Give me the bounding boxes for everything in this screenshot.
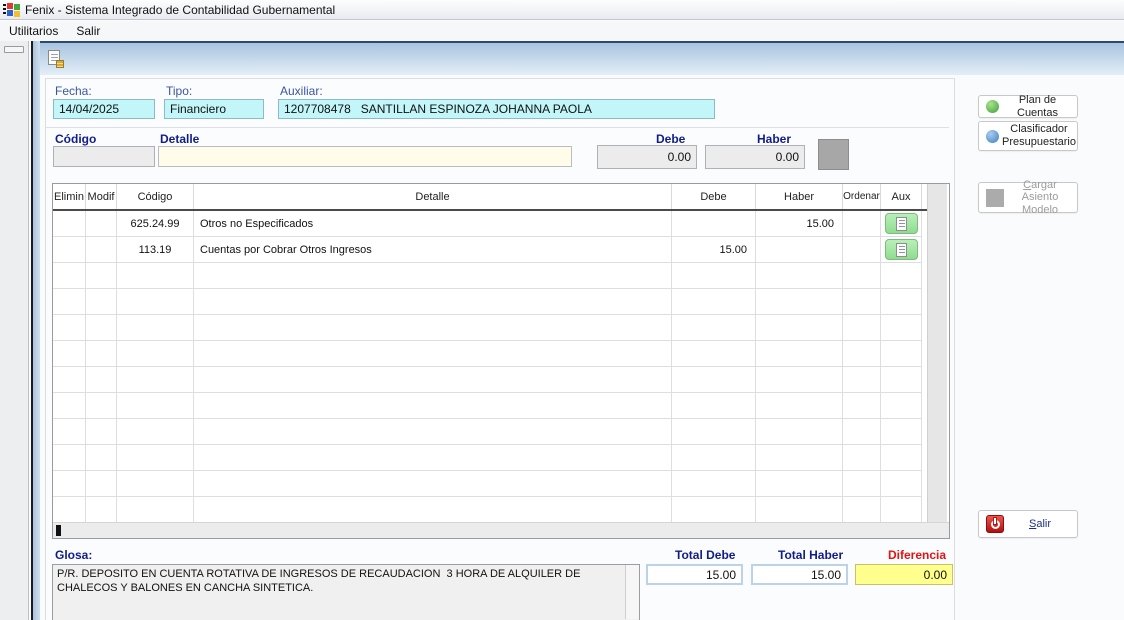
total-debe-label: Total Debe — [675, 548, 735, 562]
row-haber: 15.00 — [756, 211, 843, 237]
col-header-detalle[interactable]: Detalle — [194, 184, 672, 209]
col-header-aux[interactable]: Aux — [881, 184, 922, 209]
grid-vertical-scrollbar[interactable] — [927, 184, 947, 522]
codigo-label: Código — [55, 132, 96, 146]
glosa-vertical-scrollbar[interactable] — [625, 565, 639, 619]
detalle-input[interactable] — [158, 146, 572, 167]
document-copy-icon[interactable] — [48, 50, 64, 68]
auxiliar-input[interactable] — [278, 99, 715, 119]
col-header-elimin[interactable]: Elimin — [53, 184, 86, 209]
windows-logo-icon — [3, 3, 20, 17]
table-row-empty — [53, 289, 927, 315]
row-detalle: Otros no Especificados — [194, 211, 672, 237]
detalle-label: Detalle — [160, 132, 199, 146]
debe-input[interactable] — [597, 145, 697, 169]
table-row[interactable]: 625.24.99 Otros no Especificados 15.00 — [53, 211, 927, 237]
col-header-modif[interactable]: Modif — [86, 184, 117, 209]
col-header-debe[interactable]: Debe — [672, 184, 756, 209]
total-haber-label: Total Haber — [778, 548, 843, 562]
entries-grid: Elimin Modif Código Detalle Debe Haber O… — [52, 183, 950, 539]
title-bar: Fenix - Sistema Integrado de Contabilida… — [0, 0, 1124, 20]
separator-line — [46, 127, 949, 128]
row-codigo: 625.24.99 — [117, 211, 194, 237]
toolbar — [40, 41, 1124, 75]
fecha-input[interactable] — [53, 99, 155, 119]
green-sphere-icon — [986, 100, 999, 113]
row-haber — [756, 237, 843, 263]
left-collapsed-panel — [0, 41, 29, 620]
total-haber-field — [751, 564, 848, 585]
table-row[interactable]: 113.19 Cuentas por Cobrar Otros Ingresos… — [53, 237, 927, 263]
col-header-ordenar[interactable]: Ordenar — [843, 184, 881, 209]
fecha-label: Fecha: — [55, 84, 92, 98]
blue-sphere-icon — [986, 130, 999, 143]
codigo-input[interactable] — [53, 146, 155, 167]
diferencia-field — [855, 564, 953, 585]
tipo-input[interactable] — [164, 99, 264, 119]
menu-item-salir[interactable]: Salir — [67, 22, 109, 40]
row-debe: 15.00 — [672, 237, 756, 263]
col-header-haber[interactable]: Haber — [756, 184, 843, 209]
list-document-icon — [896, 217, 907, 231]
row-detalle: Cuentas por Cobrar Otros Ingresos — [194, 237, 672, 263]
haber-label: Haber — [757, 132, 791, 146]
gray-square-icon — [986, 189, 1004, 207]
power-icon — [986, 515, 1004, 533]
entry-action-button[interactable] — [818, 139, 849, 170]
window-title: Fenix - Sistema Integrado de Contabilida… — [25, 3, 335, 17]
diferencia-label: Diferencia — [888, 548, 946, 562]
table-row-empty — [53, 393, 927, 419]
app-window: Fenix - Sistema Integrado de Contabilida… — [0, 0, 1124, 620]
tipo-label: Tipo: — [166, 84, 192, 98]
aux-button[interactable] — [885, 239, 918, 260]
menu-item-utilitarios[interactable]: Utilitarios — [0, 22, 67, 40]
cargar-asiento-modelo-button[interactable]: Cargar Asiento Modelo — [978, 182, 1078, 213]
splitter-handle[interactable] — [4, 46, 24, 53]
grid-horizontal-scrollbar[interactable] — [53, 522, 950, 538]
debe-label: Debe — [656, 132, 685, 146]
table-row-empty — [53, 341, 927, 367]
total-debe-field — [646, 564, 743, 585]
child-window-frame-edge — [33, 41, 40, 620]
row-codigo: 113.19 — [117, 237, 194, 263]
salir-button[interactable]: Salir — [978, 510, 1078, 538]
menu-bar: Utilitarios Salir — [0, 21, 1124, 41]
scrollbar-thumb[interactable] — [56, 525, 61, 536]
table-row-empty — [53, 445, 927, 471]
list-document-icon — [896, 243, 907, 257]
table-row-empty — [53, 367, 927, 393]
grid-header-row: Elimin Modif Código Detalle Debe Haber O… — [53, 184, 927, 211]
table-row-empty — [53, 497, 927, 523]
glosa-label: Glosa: — [55, 548, 92, 562]
table-row-empty — [53, 263, 927, 289]
clasificador-presupuestario-button[interactable]: Clasificador Presupuestario — [978, 121, 1078, 151]
table-row-empty — [53, 471, 927, 497]
plan-de-cuentas-button[interactable]: Plan de Cuentas — [978, 95, 1078, 118]
col-header-codigo[interactable]: Código — [117, 184, 194, 209]
table-row-empty — [53, 315, 927, 341]
haber-input[interactable] — [705, 145, 805, 169]
aux-button[interactable] — [885, 213, 918, 234]
auxiliar-label: Auxiliar: — [280, 84, 323, 98]
glosa-textarea[interactable]: P/R. DEPOSITO EN CUENTA ROTATIVA DE INGR… — [52, 564, 640, 620]
row-debe — [672, 211, 756, 237]
table-row-empty — [53, 419, 927, 445]
